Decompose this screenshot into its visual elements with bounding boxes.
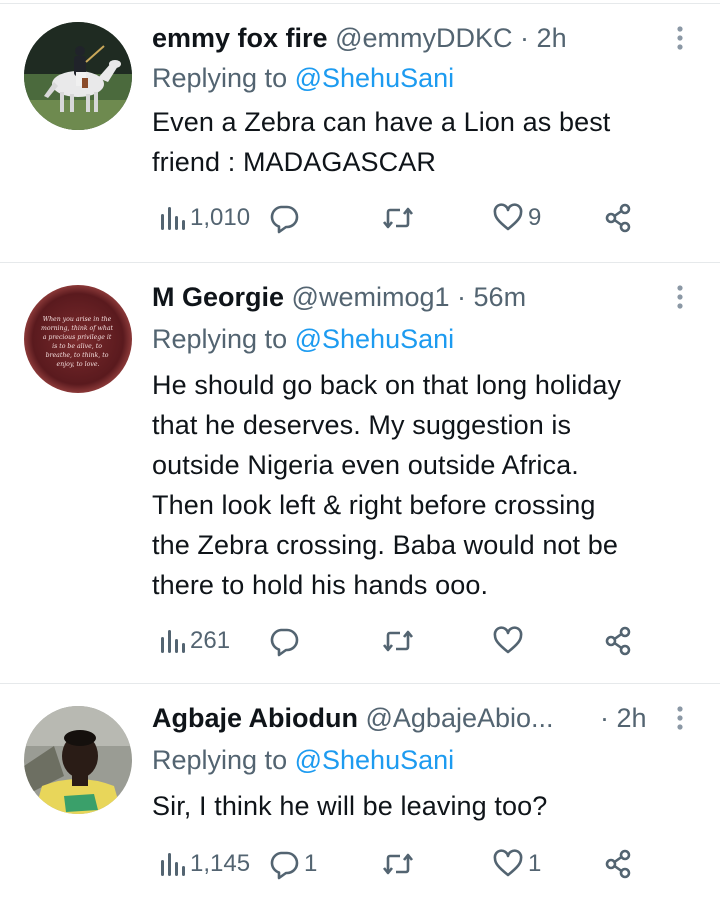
separator-dot: ·: [600, 703, 609, 733]
retweet-button[interactable]: [382, 844, 414, 884]
replying-prefix: Replying to: [152, 324, 288, 354]
author-handle[interactable]: @wemimog1: [292, 282, 450, 312]
like-count: 1: [528, 850, 542, 877]
mention-link[interactable]: @ShehuSani: [295, 324, 455, 354]
views-button[interactable]: 261: [158, 621, 230, 661]
reply-button[interactable]: [268, 621, 304, 661]
views-icon: [161, 630, 185, 653]
reply-button[interactable]: [268, 198, 304, 238]
reply-icon: [270, 205, 299, 234]
views-icon: [161, 207, 185, 230]
separator-dot: ·: [520, 23, 530, 53]
avatar[interactable]: [24, 22, 132, 130]
replying-to: Replying to @ShehuSani: [152, 58, 454, 98]
like-icon: [493, 626, 523, 654]
timestamp[interactable]: 2h: [537, 23, 567, 53]
author-handle[interactable]: @emmyDDKC: [335, 23, 512, 53]
person-photo: [24, 706, 132, 814]
share-icon: [605, 626, 631, 656]
author-name[interactable]: M Georgie: [152, 282, 284, 312]
share-button[interactable]: [602, 198, 634, 238]
author-name[interactable]: emmy fox fire: [152, 23, 328, 53]
share-icon: [605, 203, 631, 233]
tweet-header: Agbaje Abiodun @AgbajeAbio...: [152, 698, 554, 738]
reply-count: 1: [304, 850, 318, 877]
tweet-text: Even a Zebra can have a Lion as best fri…: [152, 102, 692, 182]
avatar-quote-line: a precious privilege it: [43, 334, 112, 341]
tweet-text-line: outside Nigeria even outside Africa.: [152, 450, 579, 480]
views-count: 1,010: [190, 204, 251, 231]
views-icon: [161, 853, 185, 876]
mention-link[interactable]: @ShehuSani: [295, 745, 455, 775]
avatar-quote-line: When you arise in the: [43, 316, 112, 323]
tweet-agbaje[interactable]: Agbaje Abiodun @AgbajeAbio... · 2h Reply…: [0, 684, 720, 899]
tweet-text: Sir, I think he will be leaving too?: [152, 786, 692, 826]
like-button[interactable]: 1: [492, 844, 541, 884]
tweet-header: M Georgie @wemimog1 · 56m: [152, 277, 526, 317]
reply-button[interactable]: 1: [268, 844, 317, 884]
reply-icon: [270, 851, 299, 880]
tweet-emmy[interactable]: emmy fox fire @emmyDDKC · 2h Replying to…: [0, 4, 720, 262]
replying-to: Replying to @ShehuSani: [152, 319, 454, 359]
avatar-quote-line: breathe, to think, to: [46, 352, 109, 359]
share-button[interactable]: [602, 621, 634, 661]
tweet-header: emmy fox fire @emmyDDKC · 2h: [152, 18, 567, 58]
author-handle[interactable]: @AgbajeAbio...: [366, 703, 554, 733]
tweet-text: He should go back on that long holiday t…: [152, 365, 692, 605]
retweet-icon: [382, 630, 414, 652]
action-bar: 1,010 9: [152, 198, 692, 238]
more-icon[interactable]: [670, 277, 690, 317]
like-count: 9: [528, 204, 542, 231]
reply-icon: [270, 628, 299, 657]
views-count: 1,145: [190, 850, 251, 877]
replying-to: Replying to @ShehuSani: [152, 740, 454, 780]
more-icon[interactable]: [670, 18, 690, 58]
replying-prefix: Replying to: [152, 745, 288, 775]
tweet-text-line: the Zebra crossing. Baba would not be: [152, 530, 618, 560]
like-button[interactable]: [492, 621, 528, 661]
views-button[interactable]: 1,145: [158, 844, 250, 884]
avatar[interactable]: [24, 706, 132, 814]
tweet-time-group: · 2h: [600, 698, 647, 738]
retweet-icon: [382, 853, 414, 875]
avatar[interactable]: When you arise in the morning, think of …: [24, 285, 132, 393]
tweet-text-line: that he deserves. My suggestion is: [152, 410, 572, 440]
avatar-quote-line: morning, think of what: [41, 325, 113, 332]
views-button[interactable]: 1,010: [158, 198, 250, 238]
author-name[interactable]: Agbaje Abiodun: [152, 703, 358, 733]
like-icon: [493, 203, 523, 231]
action-bar: 1,145 1 1: [152, 844, 692, 884]
timestamp[interactable]: 2h: [617, 703, 647, 733]
mention-link[interactable]: @ShehuSani: [295, 63, 455, 93]
horse-rider-photo: [24, 22, 132, 130]
views-count: 261: [190, 627, 231, 654]
more-icon[interactable]: [670, 698, 690, 738]
replying-prefix: Replying to: [152, 63, 288, 93]
tweet-georgie[interactable]: When you arise in the morning, think of …: [0, 263, 720, 683]
avatar-quote-line: is to be alive, to: [52, 343, 102, 350]
timestamp[interactable]: 56m: [474, 282, 527, 312]
like-button[interactable]: 9: [492, 198, 541, 238]
retweet-icon: [382, 207, 414, 229]
tweet-text-line: Sir, I think he will be leaving too?: [152, 791, 548, 821]
tweet-text-line: Even a Zebra can have a Lion as best: [152, 107, 611, 137]
avatar-quote-line: enjoy, to love.: [57, 361, 100, 368]
retweet-button[interactable]: [382, 198, 414, 238]
share-button[interactable]: [602, 844, 634, 884]
separator-dot: ·: [457, 282, 467, 312]
action-bar: 261: [152, 621, 692, 661]
like-icon: [493, 849, 523, 877]
quote-photo: When you arise in the morning, think of …: [24, 285, 132, 393]
tweet-text-line: Then look left & right before crossing: [152, 490, 596, 520]
share-icon: [605, 849, 631, 879]
tweet-text-line: He should go back on that long holiday: [152, 370, 622, 400]
retweet-button[interactable]: [382, 621, 414, 661]
tweet-text-line: there to hold his hands ooo.: [152, 570, 489, 600]
tweet-text-line: friend : MADAGASCAR: [152, 147, 436, 177]
